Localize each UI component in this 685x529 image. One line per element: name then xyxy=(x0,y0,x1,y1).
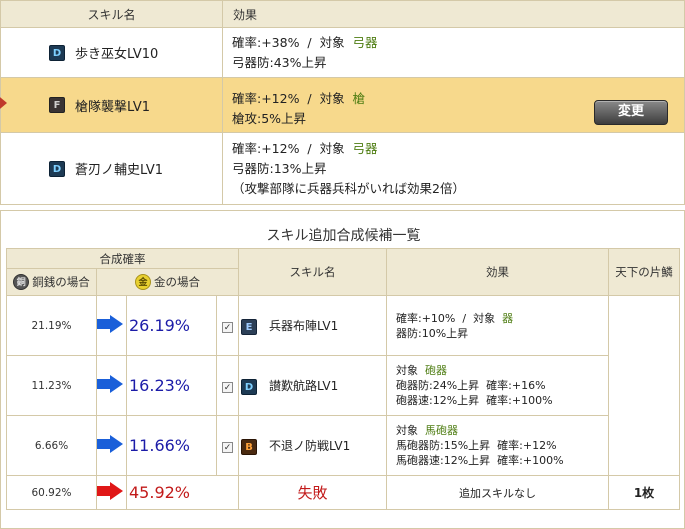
candidates-title: スキル追加合成候補一覧 xyxy=(266,228,421,244)
header-effect: 効果 xyxy=(222,0,685,28)
header-skill-name: スキル名 xyxy=(0,0,223,28)
effect-line: 確率:+38% / 対象 弓器 xyxy=(232,34,378,50)
tenka-cell xyxy=(608,295,680,476)
arrow-right-icon xyxy=(97,435,123,453)
header-gold: 金金の場合 xyxy=(96,268,239,296)
skill-name: 讃歎航路LV1 xyxy=(269,378,339,393)
copper-rate: 21.19% xyxy=(6,295,97,356)
tenka-count: 1枚 xyxy=(608,475,680,510)
checkbox[interactable]: ✓ xyxy=(222,441,233,453)
selection-arrow-icon xyxy=(0,93,7,113)
skill-row-3: D 蒼刃ノ輔史LV1 確率:+12% / 対象 弓器 弓器防:13%上昇 （攻撃… xyxy=(0,132,685,205)
gold-rate: 26.19% xyxy=(126,295,217,356)
no-skill-text: 追加スキルなし xyxy=(386,475,609,510)
rank-badge-icon: D xyxy=(49,44,65,61)
candidate-row: 11.23% 16.23% ✓ D 讃歎航路LV1 対象 砲器 砲器防:24%上昇… xyxy=(6,355,680,416)
candidates-panel: スキル追加合成候補一覧 合成確率 スキル名 効果 天下の片鱗 銅銅銭の場合 金金… xyxy=(0,210,685,529)
rank-badge-icon: D xyxy=(49,160,65,177)
gold-rate: 16.23% xyxy=(126,355,217,416)
skill-name: 槍隊襲撃LV1 xyxy=(75,99,150,115)
checkbox[interactable]: ✓ xyxy=(222,381,233,393)
skill-row-1: D 歩き巫女LV10 確率:+38% / 対象 弓器 弓器防:43%上昇 xyxy=(0,27,685,78)
candidates-table: 合成確率 スキル名 効果 天下の片鱗 銅銅銭の場合 金金の場合 21.19% 2… xyxy=(6,248,680,510)
header-rate: 合成確率 xyxy=(6,248,239,269)
gold-coin-icon: 金 xyxy=(135,274,151,291)
skill-name: 蒼刃ノ輔史LV1 xyxy=(75,163,163,178)
effect-line: （攻撃部隊に兵器兵科がいれば効果2倍） xyxy=(232,180,465,196)
gold-rate: 45.92% xyxy=(126,475,239,510)
rank-badge-icon: B xyxy=(241,438,257,455)
header-skill-name: スキル名 xyxy=(238,248,387,296)
header-copper: 銅銅銭の場合 xyxy=(6,268,97,296)
rank-badge-icon: E xyxy=(241,318,257,335)
copper-coin-icon: 銅 xyxy=(13,274,30,291)
rank-badge-icon: D xyxy=(241,378,257,395)
candidate-row: 21.19% 26.19% ✓ E 兵器布陣LV1 確率:+10% / 対象 器 … xyxy=(6,295,680,476)
gold-rate: 11.66% xyxy=(126,415,217,476)
fail-row: 60.92% 45.92% 失敗 追加スキルなし 1枚 xyxy=(6,475,680,510)
skill-name: 不退ノ防戦LV1 xyxy=(269,438,351,453)
arrow-right-icon xyxy=(97,375,123,393)
effect-line: 弓器防:13%上昇 xyxy=(232,160,327,176)
current-skills-table: スキル名 効果 D 歩き巫女LV10 確率:+38% / 対象 弓器 弓器防:4… xyxy=(0,0,685,205)
header-effect: 効果 xyxy=(386,248,609,296)
rank-badge-icon: F xyxy=(49,97,65,113)
arrow-right-icon xyxy=(97,315,123,333)
skill-name: 歩き巫女LV10 xyxy=(75,47,159,62)
copper-rate: 6.66% xyxy=(6,415,97,476)
header-tenka: 天下の片鱗 xyxy=(608,248,680,296)
skill-row-2-selected[interactable]: F 槍隊襲撃LV1 確率:+12% / 対象 槍 槍攻:5%上昇 変更 xyxy=(0,77,685,133)
checkbox[interactable]: ✓ xyxy=(222,321,233,333)
effect-line: 弓器防:43%上昇 xyxy=(232,54,327,70)
change-button[interactable]: 変更 xyxy=(594,99,668,125)
copper-rate: 60.92% xyxy=(6,475,97,510)
effect-line: 確率:+12% / 対象 弓器 xyxy=(232,140,378,156)
fail-label: 失敗 xyxy=(238,475,387,510)
copper-rate: 11.23% xyxy=(6,355,97,416)
arrow-right-icon xyxy=(97,482,123,500)
skill-name: 兵器布陣LV1 xyxy=(269,318,339,333)
candidate-row: 6.66% 11.66% ✓ B 不退ノ防戦LV1 対象 馬砲器 馬砲器防:15%… xyxy=(6,415,680,476)
